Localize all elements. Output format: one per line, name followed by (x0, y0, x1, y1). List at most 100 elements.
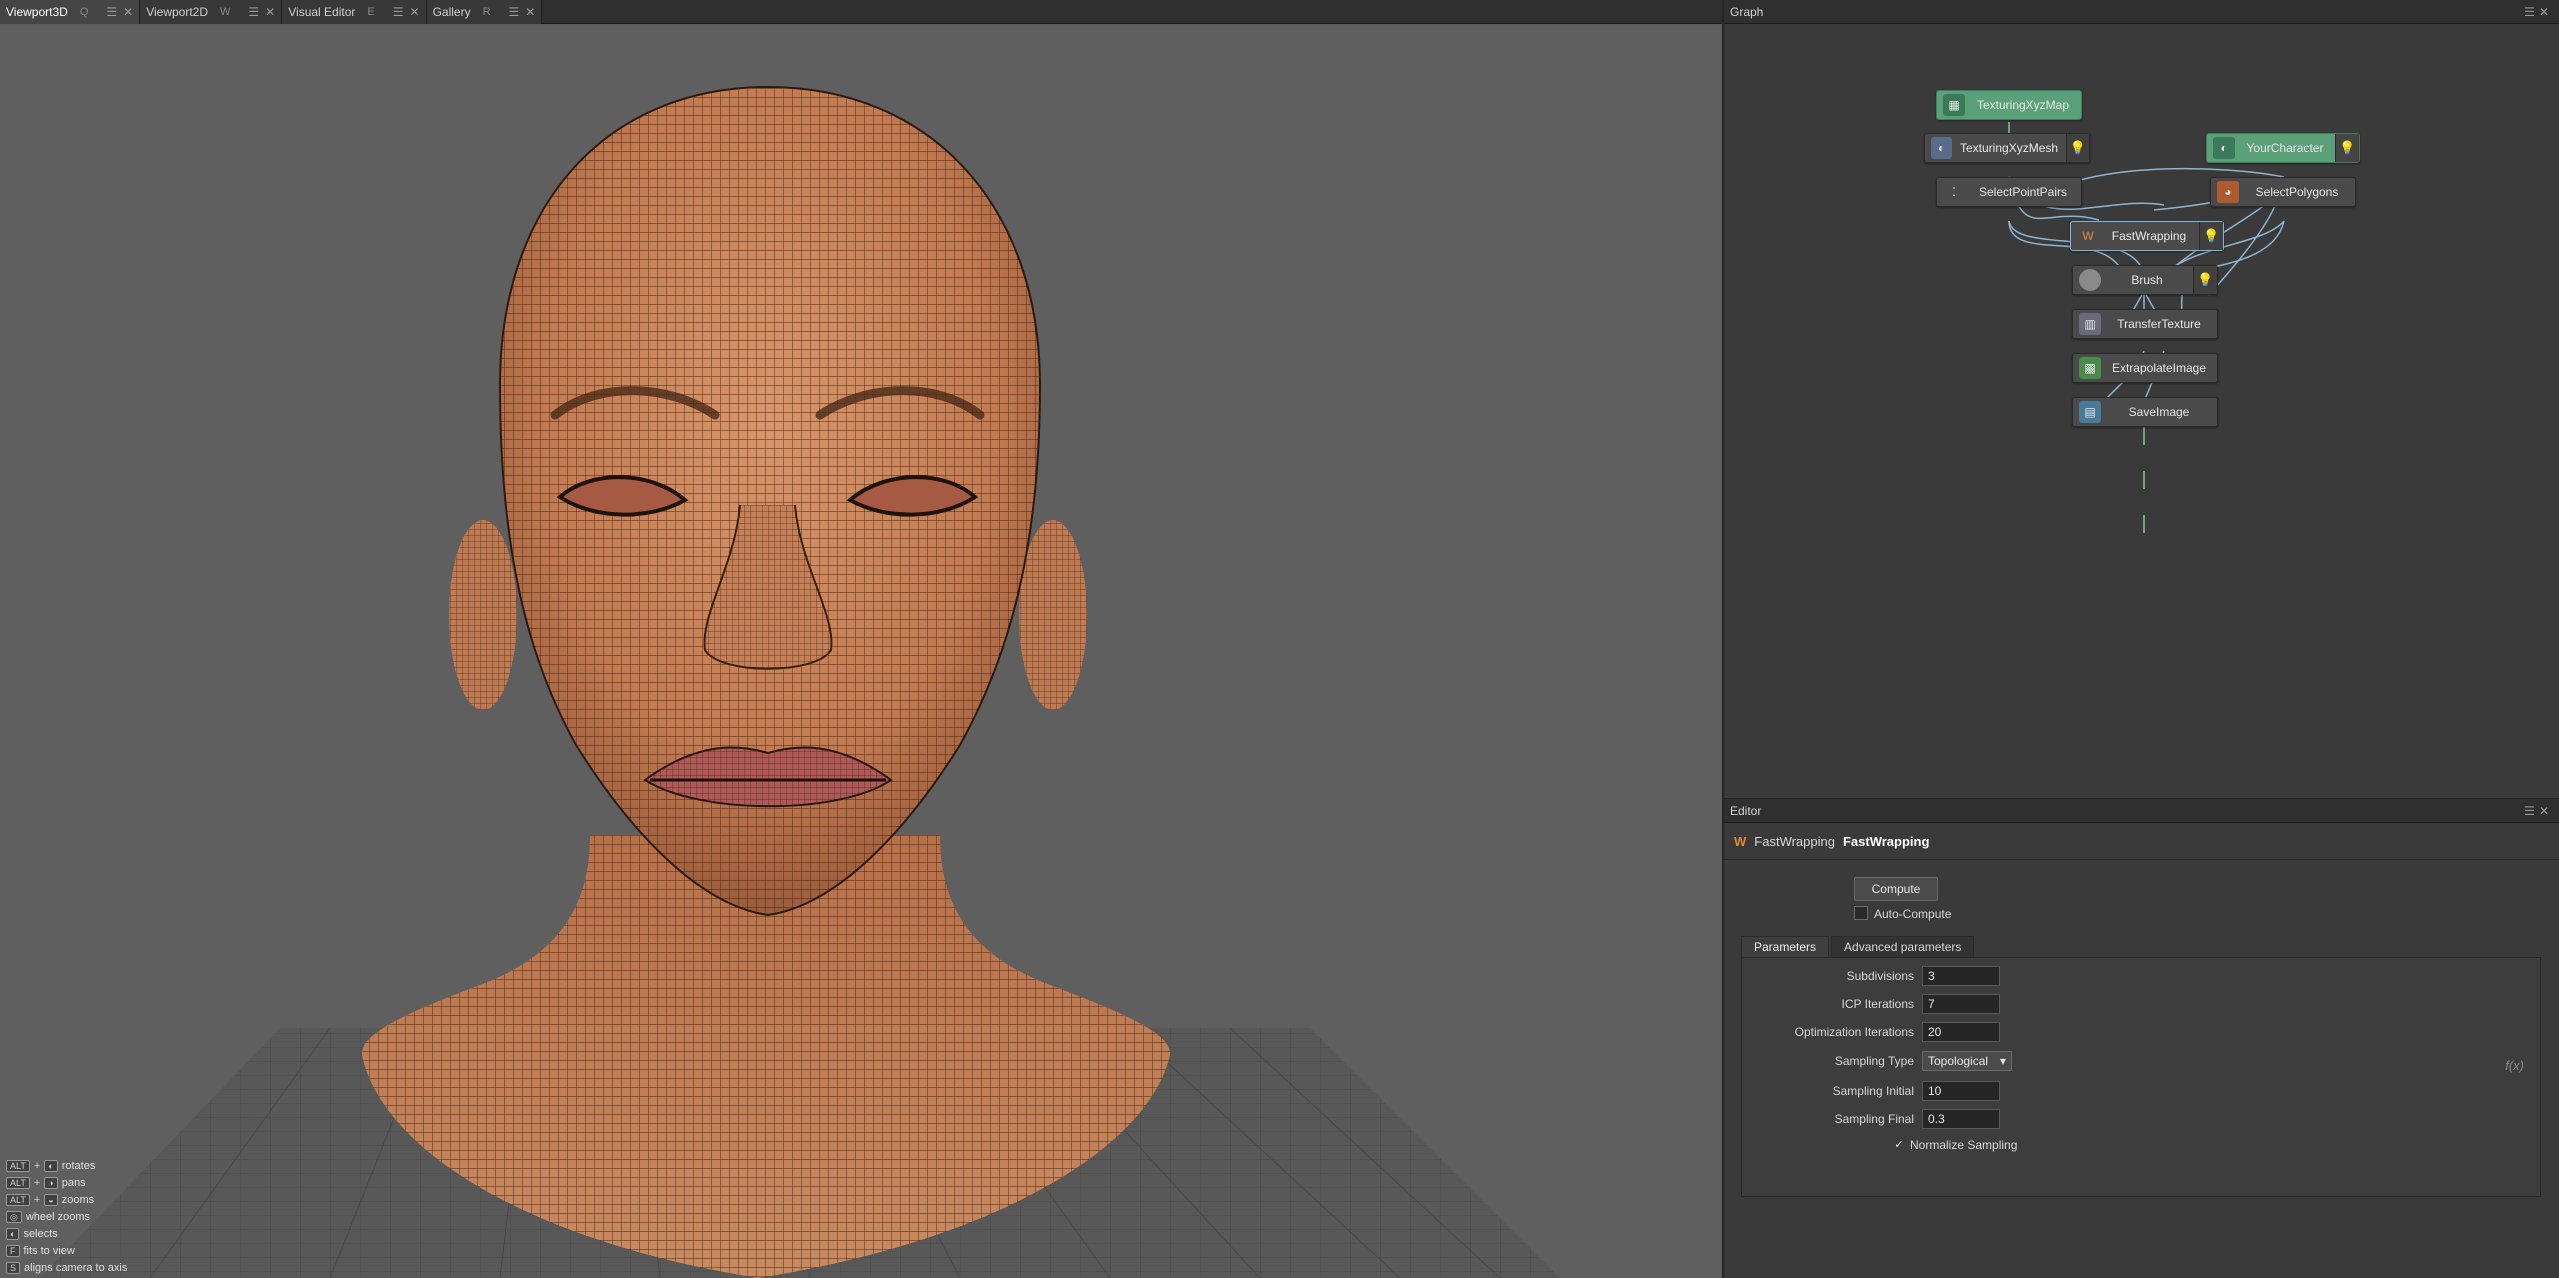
node-label: SaveImage (2128, 405, 2190, 419)
menu-icon[interactable]: ☰ (248, 5, 259, 19)
node-selectpointpairs[interactable]: ⁚ SelectPointPairs (1936, 177, 2082, 207)
compute-button[interactable]: Compute (1854, 877, 1938, 901)
node-label: Brush (2131, 273, 2163, 287)
mouse-wheel-icon: ◎ (6, 1210, 22, 1223)
normalize-sampling-checkbox[interactable]: ✓ (1892, 1137, 1906, 1151)
parameters-box: Subdivisions 3 ICP Iterations 7 Optimiza… (1741, 957, 2541, 1197)
image-icon: ▦ (1943, 94, 1965, 116)
param-label: Sampling Final (1834, 1112, 1914, 1126)
bulb-icon[interactable]: 💡 (2193, 266, 2217, 294)
brush-icon (2079, 269, 2101, 291)
close-icon[interactable]: ✕ (265, 5, 275, 19)
tab-gallery[interactable]: Gallery R ☰ ✕ (426, 0, 543, 24)
tab-visual-editor[interactable]: Visual Editor E ☰ ✕ (282, 0, 427, 24)
icp-iterations-field[interactable]: 7 (1922, 994, 2000, 1014)
tab-shortcut: E (367, 6, 375, 18)
save-image-icon: ▤ (2079, 401, 2101, 423)
hint-text: zooms (61, 1193, 95, 1206)
tab-shortcut: Q (79, 6, 89, 18)
editor-tabbar: Editor ☰✕ (1724, 799, 2559, 823)
extrapolate-icon: ▩ (2079, 357, 2101, 379)
close-icon[interactable]: ✕ (410, 5, 420, 19)
mouse-right-icon: ◒ (44, 1193, 58, 1206)
editor-subtabs: Parameters Advanced parameters (1741, 936, 1976, 958)
menu-icon[interactable]: ☰ (509, 5, 520, 19)
hint-text: fits to view (23, 1244, 75, 1257)
node-transfertexture[interactable]: ▥ TransferTexture (2072, 309, 2218, 339)
tab-viewport3d[interactable]: Viewport3D Q ☰ ✕ (0, 0, 141, 24)
graph-title: Graph (1730, 4, 1764, 19)
param-label: ICP Iterations (1841, 997, 1914, 1011)
node-label: TexturingXyzMesh (1960, 141, 2059, 155)
auto-compute-checkbox[interactable] (1854, 906, 1868, 920)
editor-node-header: W FastWrapping FastWrapping (1734, 826, 1929, 856)
hint-align: S aligns camera to axis (6, 1259, 127, 1276)
menu-icon[interactable]: ☰ (106, 5, 117, 19)
viewport-scene (40, 85, 1560, 1278)
node-type: FastWrapping (1754, 833, 1835, 849)
hint-text: wheel zooms (25, 1210, 91, 1223)
editor-panel-controls: ☰✕ (2524, 804, 2553, 818)
node-label: TexturingXyzMap (1976, 98, 2070, 112)
tab-shortcut: R (482, 6, 491, 18)
hint-text: rotates (61, 1159, 96, 1172)
editor-title: Editor (1730, 803, 1762, 818)
node-fastwrapping[interactable]: W FastWrapping 💡 (2070, 221, 2224, 251)
key-alt: ALT (6, 1176, 30, 1189)
tab-label: Visual Editor (288, 5, 356, 19)
tab-parameters[interactable]: Parameters (1741, 936, 1830, 958)
function-icon[interactable]: f(x) (2505, 1058, 2524, 1073)
param-label: Subdivisions (1846, 969, 1914, 983)
mouse-middle-icon: ◑ (44, 1176, 58, 1189)
hint-wheel: ◎ wheel zooms (6, 1208, 127, 1225)
close-icon[interactable]: ✕ (2539, 804, 2553, 818)
node-texturingxyzmap[interactable]: ▦ TexturingXyzMap (1936, 90, 2082, 120)
key-s: S (6, 1261, 21, 1274)
divider (1724, 859, 2559, 860)
graph-panel-controls: ☰✕ (2524, 5, 2553, 19)
sampling-initial-field[interactable]: 10 (1922, 1081, 2000, 1101)
menu-icon[interactable]: ☰ (2524, 804, 2539, 818)
tab-shortcut: W (220, 6, 231, 18)
bulb-icon[interactable]: 💡 (2335, 134, 2359, 162)
menu-icon[interactable]: ☰ (393, 5, 404, 19)
menu-icon[interactable]: ☰ (2524, 5, 2539, 19)
select-value: Topological (1928, 1054, 1989, 1068)
viewport-3d[interactable]: ALT + ◐ rotates ALT + ◑ pans ALT + ◒ zoo… (0, 25, 1722, 1278)
optimization-iterations-field[interactable]: 20 (1922, 1022, 2000, 1042)
sampling-final-field[interactable]: 0.3 (1922, 1109, 2000, 1129)
close-icon[interactable]: ✕ (2539, 5, 2553, 19)
editor-panel: Editor ☰✕ W FastWrapping FastWrapping Co… (1724, 798, 2559, 1278)
node-name[interactable]: FastWrapping (1843, 834, 1929, 849)
hint-plus: + (33, 1176, 41, 1189)
subdivisions-field[interactable]: 3 (1922, 966, 2000, 986)
mesh-icon: ◐ (2213, 137, 2235, 159)
graph-canvas[interactable]: ▦ TexturingXyzMap ◐ TexturingXyzMesh 💡 ◐… (1724, 25, 2559, 798)
node-texturingxyzmesh[interactable]: ◐ TexturingXyzMesh 💡 (1924, 133, 2090, 163)
node-extrapolateimage[interactable]: ▩ ExtrapolateImage (2072, 353, 2218, 383)
node-yourcharacter[interactable]: ◐ YourCharacter 💡 (2206, 133, 2360, 163)
node-brush[interactable]: Brush 💡 (2072, 265, 2218, 295)
chevron-down-icon: ▾ (1999, 1054, 2006, 1068)
node-label: SelectPolygons (2255, 185, 2339, 199)
node-saveimage[interactable]: ▤ SaveImage (2072, 397, 2218, 427)
hint-text: aligns camera to axis (24, 1261, 128, 1274)
param-label: Sampling Initial (1832, 1084, 1914, 1098)
tab-advanced-parameters[interactable]: Advanced parameters (1831, 936, 1975, 958)
sampling-type-select[interactable]: Topological ▾ (1922, 1051, 2012, 1071)
key-alt: ALT (6, 1193, 30, 1206)
node-label: ExtrapolateImage (2111, 361, 2207, 375)
tab-label: Viewport3D (6, 5, 68, 19)
node-selectpolygons[interactable]: ◕ SelectPolygons (2210, 177, 2356, 207)
hint-rotate: ALT + ◐ rotates (6, 1157, 127, 1174)
bulb-icon[interactable]: 💡 (2066, 134, 2089, 162)
tab-viewport2d[interactable]: Viewport2D W ☰ ✕ (140, 0, 283, 24)
viewport-hints: ALT + ◐ rotates ALT + ◑ pans ALT + ◒ zoo… (6, 1157, 127, 1276)
node-label: YourCharacter (2246, 141, 2324, 155)
key-alt: ALT (6, 1159, 30, 1172)
close-icon[interactable]: ✕ (123, 5, 133, 19)
bulb-icon[interactable]: 💡 (2199, 222, 2223, 250)
normalize-sampling-label: Normalize Sampling (1910, 1138, 2018, 1152)
close-icon[interactable]: ✕ (525, 5, 535, 19)
transfer-icon: ▥ (2079, 313, 2101, 335)
